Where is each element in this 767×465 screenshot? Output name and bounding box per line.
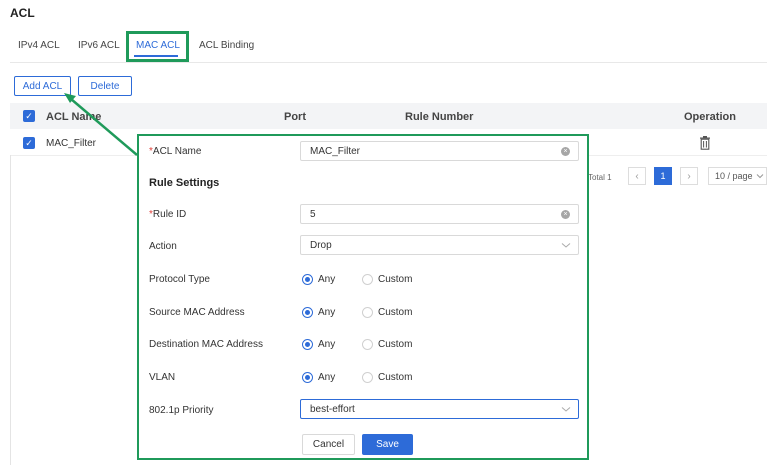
annotation-arrow (64, 93, 138, 156)
